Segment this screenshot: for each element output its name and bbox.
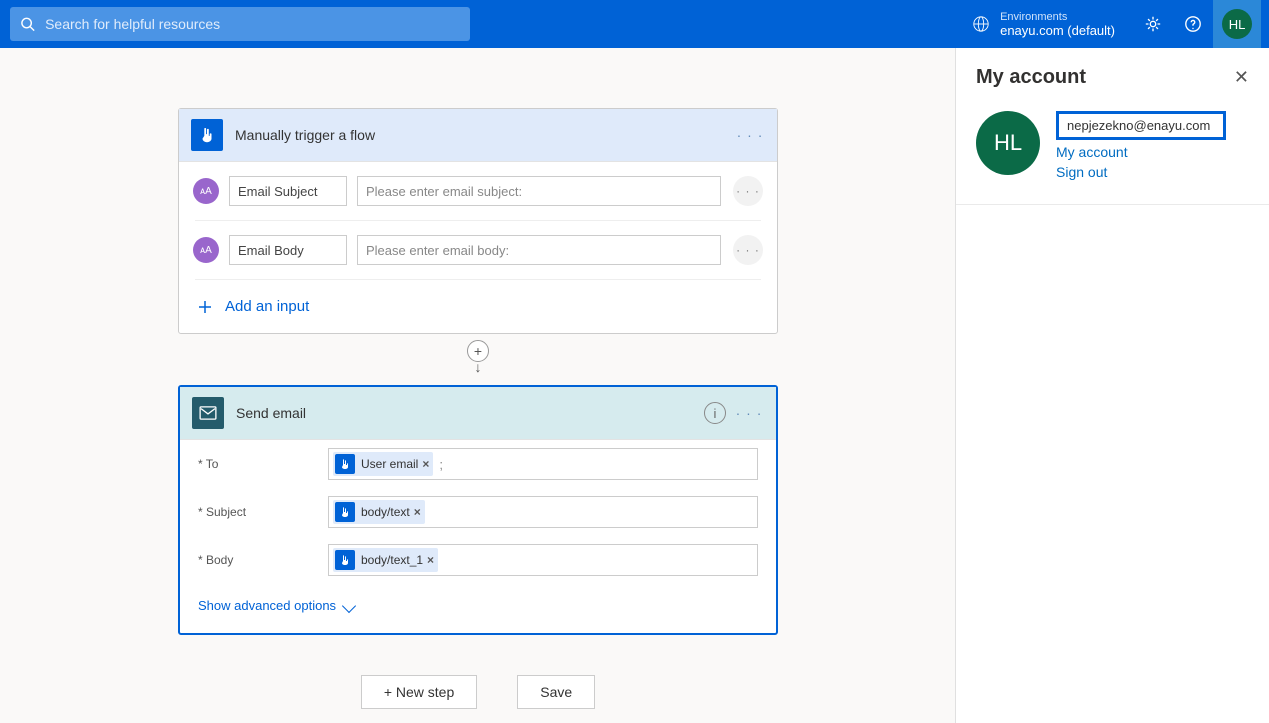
mail-icon-box: [192, 397, 224, 429]
input-value-field[interactable]: Please enter email body:: [357, 235, 721, 265]
input-name-field[interactable]: Email Body: [229, 235, 347, 265]
text-type-icon: ‎ᴀA: [193, 178, 219, 204]
new-step-button[interactable]: + New step: [361, 675, 477, 709]
field-label: * Subject: [198, 505, 328, 519]
manual-trigger-token-icon: [339, 506, 351, 518]
my-account-link[interactable]: My account: [1056, 144, 1226, 160]
input-row: ‎ᴀA Email Body Please enter email body:: [179, 221, 777, 279]
profile-avatar: HL: [976, 111, 1040, 175]
account-button[interactable]: HL: [1213, 0, 1261, 48]
environment-label: Environments: [1000, 11, 1115, 23]
subject-field[interactable]: body/text ×: [328, 496, 758, 528]
close-panel-button[interactable]: ✕: [1234, 67, 1249, 88]
globe-icon: [972, 15, 990, 33]
chevron-down-icon: [342, 598, 356, 612]
to-field[interactable]: User email × ;: [328, 448, 758, 480]
save-button[interactable]: Save: [517, 675, 595, 709]
manual-trigger-icon: [191, 119, 223, 151]
settings-button[interactable]: [1133, 0, 1173, 48]
action-title: Send email: [236, 405, 704, 421]
field-label: * Body: [198, 553, 328, 567]
mail-icon: [199, 406, 217, 420]
token-body-text-1[interactable]: body/text_1 ×: [333, 548, 438, 572]
add-input-button[interactable]: Add an input: [179, 280, 777, 333]
top-bar: Environments enayu.com (default) HL: [0, 0, 1269, 48]
action-header[interactable]: Send email i: [180, 387, 776, 440]
input-row: ‎ᴀA Email Subject Please enter email sub…: [179, 162, 777, 220]
token-user-email[interactable]: User email ×: [333, 452, 433, 476]
plus-icon: [197, 299, 213, 315]
trigger-header[interactable]: Manually trigger a flow: [179, 109, 777, 162]
action-card: Send email i * To User email × ; * Subje…: [178, 385, 778, 635]
body-field[interactable]: body/text_1 ×: [328, 544, 758, 576]
manual-trigger-token-icon: [339, 458, 351, 470]
field-row-to: * To User email × ;: [180, 440, 776, 488]
action-menu-button[interactable]: [734, 398, 764, 428]
show-advanced-options[interactable]: Show advanced options: [180, 584, 776, 633]
flow-canvas: Manually trigger a flow ‎ᴀA Email Subjec…: [0, 48, 956, 723]
avatar: HL: [1222, 9, 1252, 39]
field-row-subject: * Subject body/text ×: [180, 488, 776, 536]
manual-trigger-token-icon: [339, 554, 351, 566]
text-type-icon: ‎ᴀA: [193, 237, 219, 263]
token-body-text[interactable]: body/text ×: [333, 500, 425, 524]
trigger-card: Manually trigger a flow ‎ᴀA Email Subjec…: [178, 108, 778, 334]
token-remove[interactable]: ×: [422, 457, 429, 471]
field-label: * To: [198, 457, 328, 471]
input-menu-button[interactable]: [733, 235, 763, 265]
trigger-menu-button[interactable]: [735, 120, 765, 150]
flow-connector: + ↓: [467, 334, 489, 385]
account-email[interactable]: nepjezekno@enayu.com: [1056, 111, 1226, 140]
input-name-field[interactable]: Email Subject: [229, 176, 347, 206]
action-info-button[interactable]: i: [704, 402, 726, 424]
input-value-field[interactable]: Please enter email subject:: [357, 176, 721, 206]
environment-picker[interactable]: Environments enayu.com (default): [972, 11, 1115, 38]
panel-title: My account: [976, 66, 1086, 89]
trigger-title: Manually trigger a flow: [235, 127, 735, 143]
account-panel: My account ✕ HL nepjezekno@enayu.com My …: [956, 48, 1269, 723]
arrow-down-icon: ↓: [475, 359, 482, 375]
search-box[interactable]: [10, 7, 470, 41]
help-button[interactable]: [1173, 0, 1213, 48]
field-row-body: * Body body/text_1 ×: [180, 536, 776, 584]
bottom-buttons: + New step Save: [361, 675, 595, 709]
gear-icon: [1144, 15, 1162, 33]
environment-name: enayu.com (default): [1000, 23, 1115, 38]
sign-out-link[interactable]: Sign out: [1056, 164, 1226, 180]
token-remove[interactable]: ×: [427, 553, 434, 567]
token-remove[interactable]: ×: [414, 505, 421, 519]
help-icon: [1184, 15, 1202, 33]
search-icon: [20, 16, 35, 32]
search-input[interactable]: [45, 16, 460, 32]
input-menu-button[interactable]: [733, 176, 763, 206]
